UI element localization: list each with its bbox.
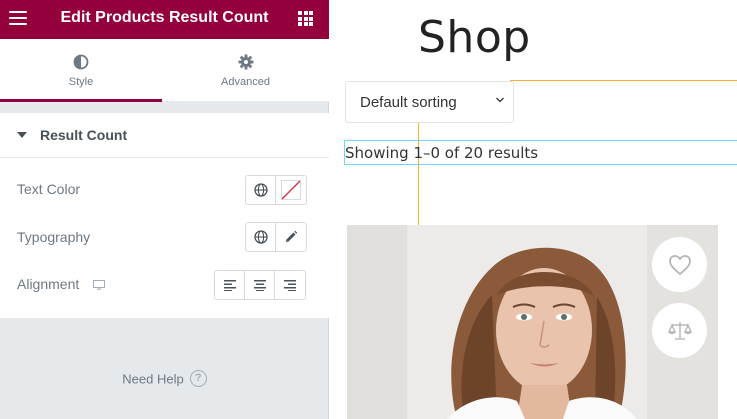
sorting-value: Default sorting [360,94,457,111]
pencil-icon [286,230,298,242]
tab-advanced-label: Advanced [221,76,270,88]
product-image[interactable] [347,225,718,419]
alignment-guide-horizontal [510,80,737,81]
contrast-icon [73,54,89,70]
desktop-icon[interactable] [93,280,105,290]
compare-icon [667,321,692,340]
need-help-link[interactable]: Need Help? [0,370,329,388]
align-center-button[interactable] [245,271,275,299]
tab-style-label: Style [68,76,94,88]
page-preview: Shop Default sorting Showing 1–0 of 20 r… [330,0,737,419]
need-help-label: Need Help [122,371,184,387]
section-toggle[interactable]: Result Count [0,113,329,158]
compare-button[interactable] [652,303,707,358]
page-title: Shop [418,12,531,63]
align-right-icon [284,280,296,291]
color-picker-button[interactable] [276,176,306,204]
globe-button[interactable] [246,176,276,204]
tab-style[interactable]: Style [0,39,162,102]
no-color-icon [281,180,301,200]
chevron-down-icon [496,97,504,103]
typography-controls [245,222,307,252]
align-right-button[interactable] [275,271,305,299]
wishlist-button[interactable] [652,237,707,292]
typography-label: Typography [17,229,91,245]
alignment-controls [214,270,306,300]
align-left-icon [223,280,236,291]
result-count-text: Showing 1–0 of 20 results [345,144,539,162]
align-center-icon [253,280,266,291]
alignment-guide-vertical [418,120,419,225]
text-color-controls [245,175,307,205]
alignment-label: Alignment [17,276,80,292]
typography-globe-button[interactable] [246,223,276,251]
globe-icon [253,230,268,244]
panel-header: Edit Products Result Count [0,0,329,39]
editor-panel: Edit Products Result Count Style Advance… [0,0,329,419]
typography-edit-button[interactable] [276,223,306,251]
panel-title: Edit Products Result Count [60,9,269,26]
heart-icon [668,254,691,275]
text-color-label: Text Color [17,181,81,197]
panel-tabs: Style Advanced [0,39,329,102]
gear-icon [238,54,253,70]
tab-advanced[interactable]: Advanced [162,39,329,102]
question-icon: ? [189,370,207,388]
align-left-button[interactable] [215,271,245,299]
result-count-widget[interactable]: Showing 1–0 of 20 results [344,140,737,165]
grid-icon[interactable] [298,11,313,26]
sorting-select[interactable]: Default sorting [345,81,514,123]
globe-icon [253,183,268,197]
section-title: Result Count [40,127,128,143]
caret-down-icon [17,132,27,138]
